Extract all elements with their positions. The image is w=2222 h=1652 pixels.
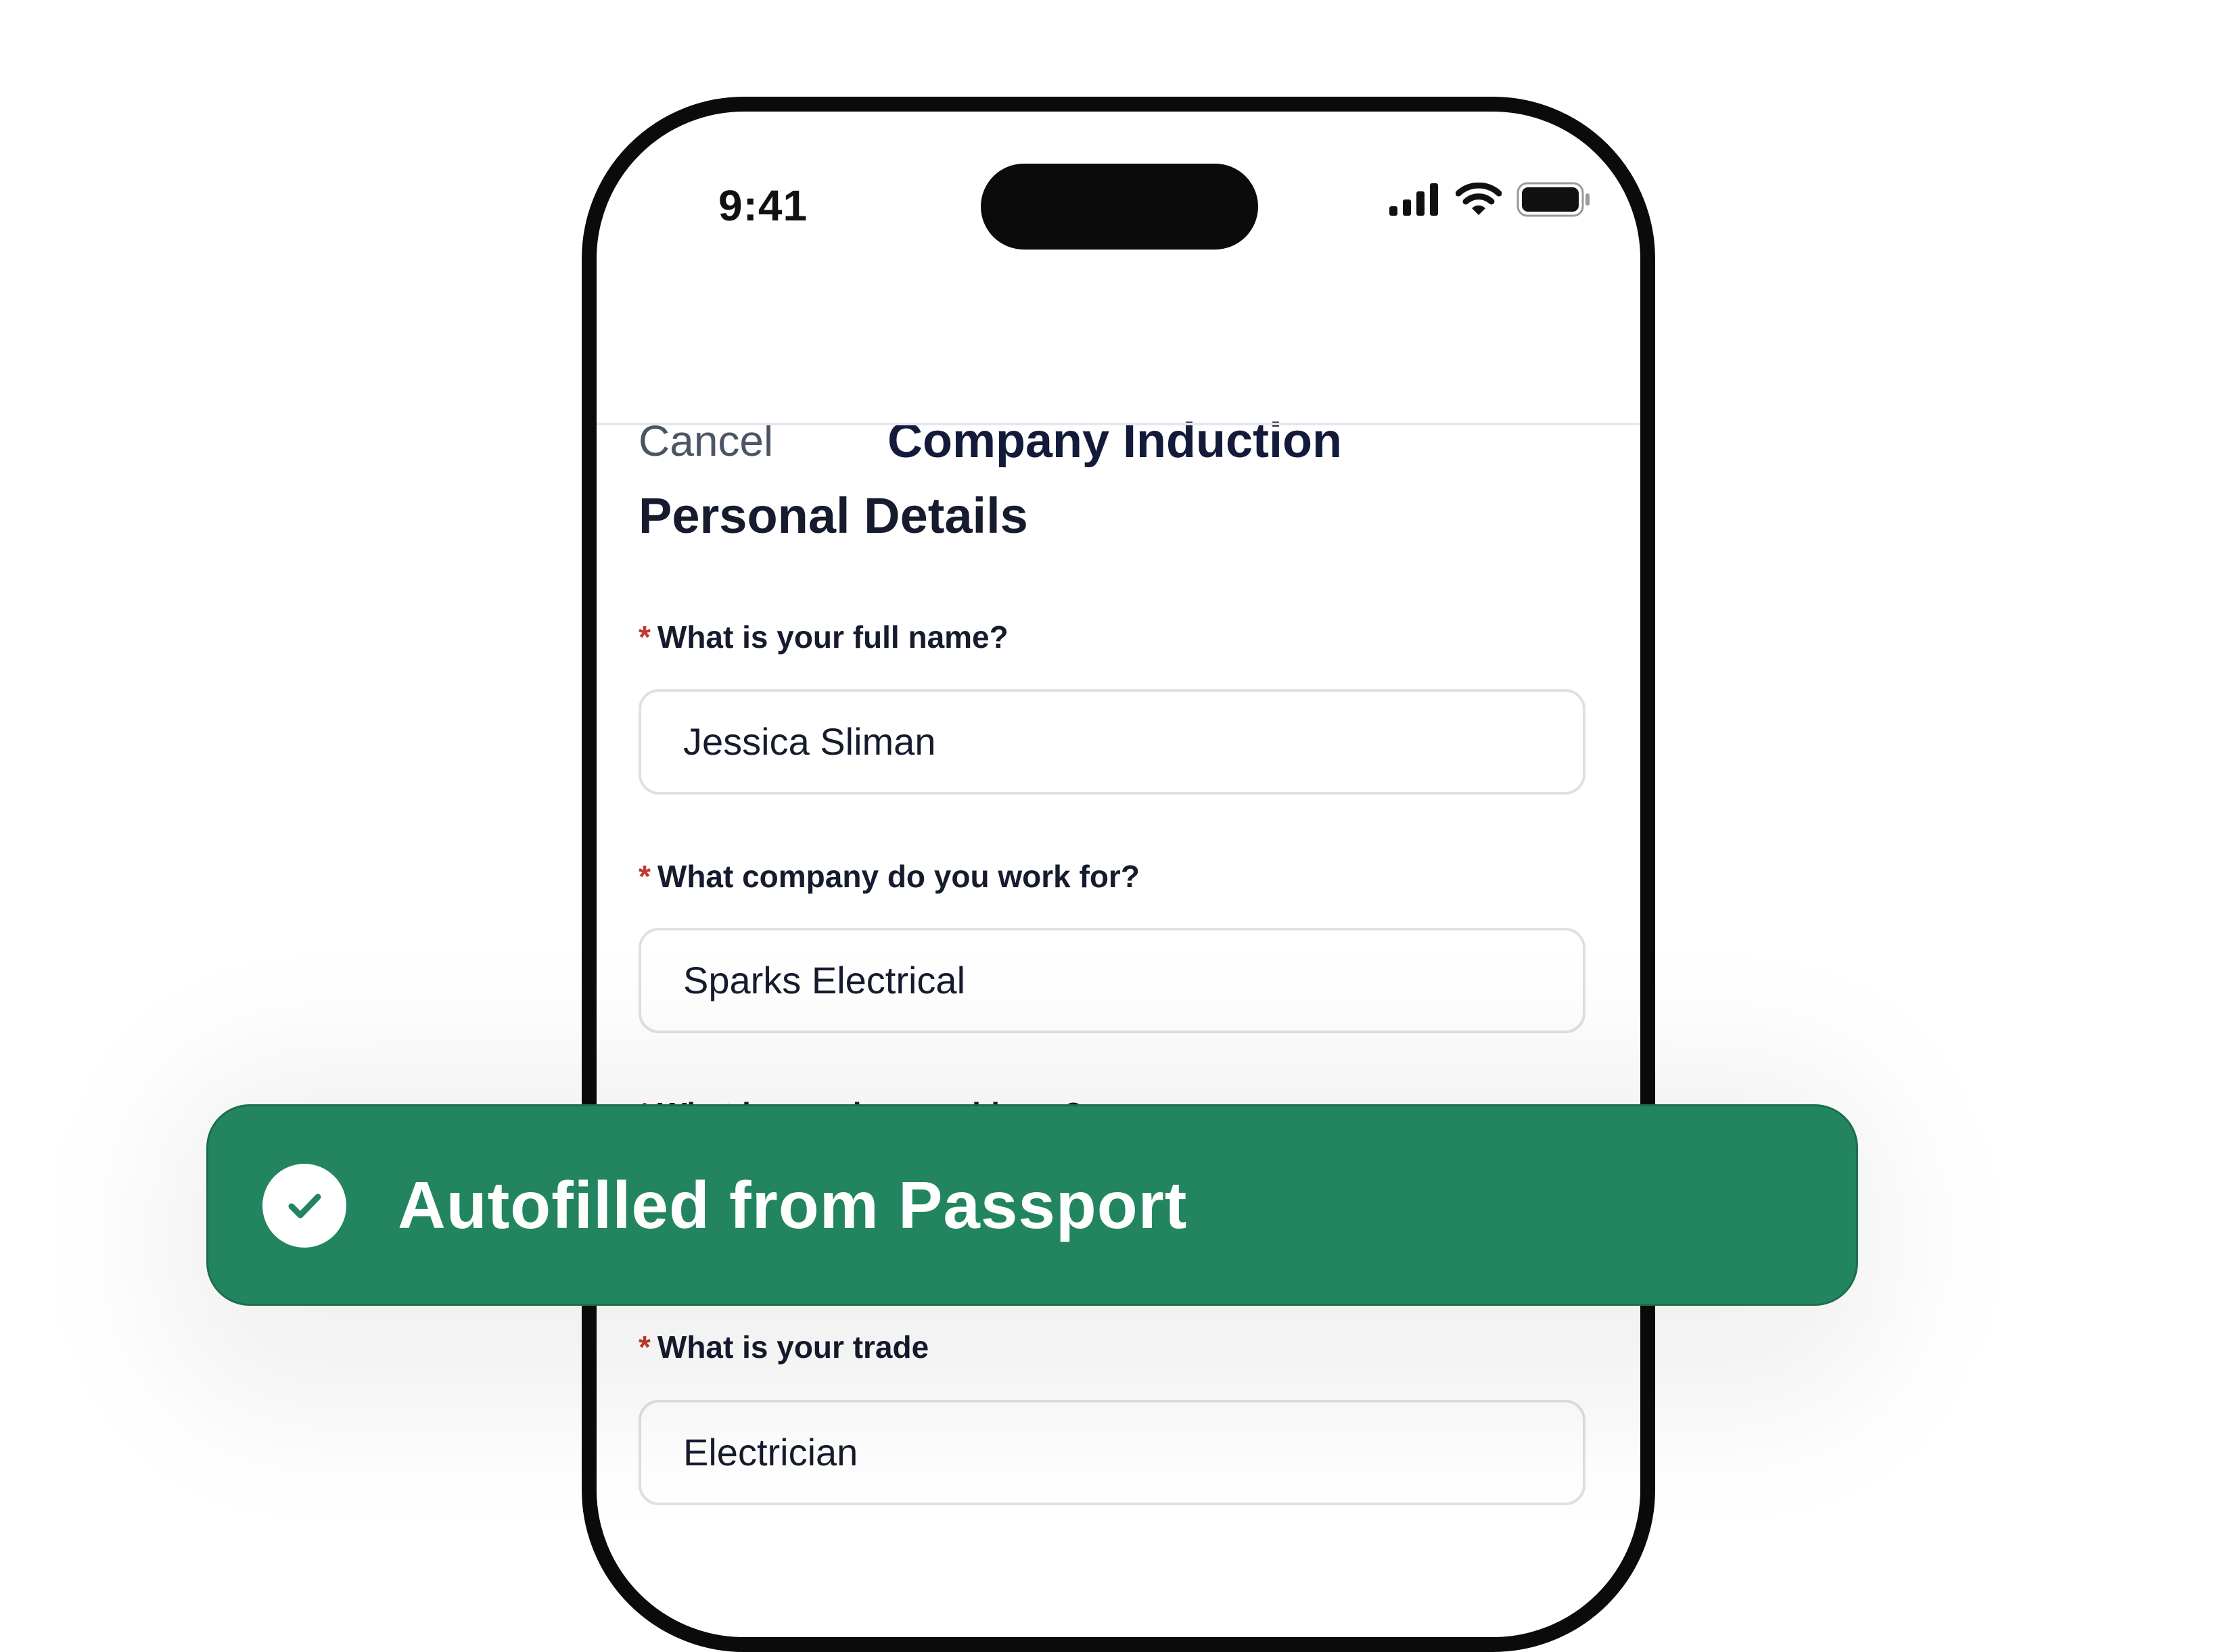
section-title: Personal Details bbox=[639, 488, 1028, 544]
nav-divider bbox=[597, 423, 1640, 425]
wifi-icon bbox=[1456, 183, 1502, 216]
navigation-bar: Cancel Company Induction bbox=[597, 375, 1640, 477]
autofill-toast: Autofilled from Passport bbox=[206, 1104, 1858, 1306]
check-circle-icon bbox=[262, 1164, 346, 1248]
company-label: * What company do you work for? bbox=[639, 858, 1140, 895]
battery-icon bbox=[1517, 182, 1591, 217]
company-field[interactable]: Sparks Electrical bbox=[639, 928, 1586, 1033]
required-asterisk: * bbox=[639, 859, 651, 894]
full-name-label-text: What is your full name? bbox=[657, 619, 1009, 655]
toast-message: Autofilled from Passport bbox=[398, 1168, 1188, 1242]
required-asterisk: * bbox=[639, 619, 651, 655]
cellular-signal-icon bbox=[1389, 183, 1441, 216]
dynamic-island bbox=[981, 164, 1258, 250]
page-title: Company Induction bbox=[887, 414, 1342, 468]
status-bar-time: 9:41 bbox=[718, 181, 808, 230]
full-name-label: * What is your full name? bbox=[639, 619, 1009, 655]
company-label-text: What company do you work for? bbox=[657, 859, 1140, 894]
status-bar-icons bbox=[1389, 179, 1591, 220]
full-name-field[interactable]: Jessica Sliman bbox=[639, 689, 1586, 795]
